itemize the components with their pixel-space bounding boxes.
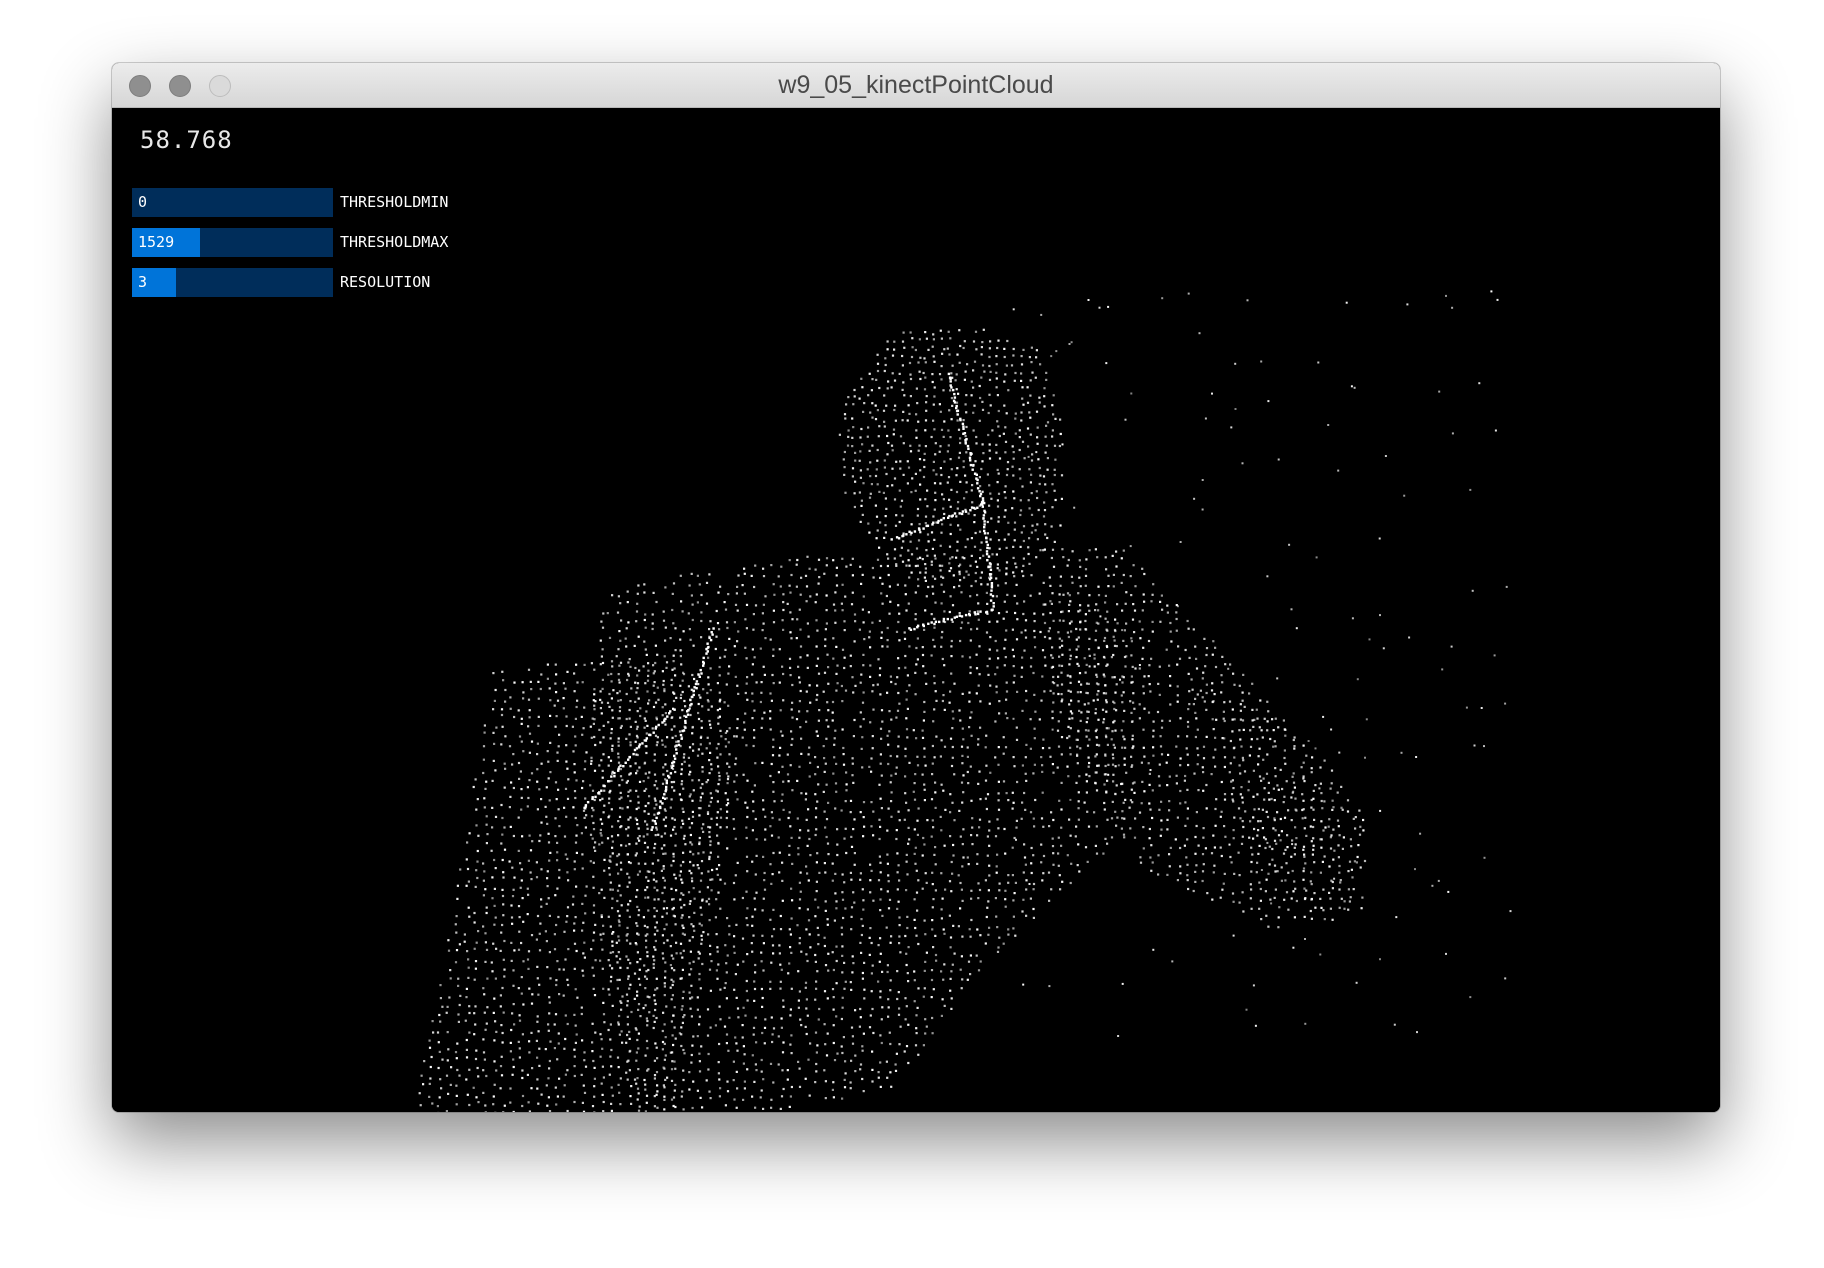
slider-resolution[interactable]: 3 RESOLUTION [132, 268, 430, 297]
slider-threshold-min[interactable]: 0 THRESHOLDMIN [132, 188, 448, 217]
window-title: w9_05_kinectPointCloud [778, 71, 1054, 99]
fps-counter: 58.768 [140, 126, 233, 154]
slider-label: THRESHOLDMAX [340, 233, 449, 251]
app-window: w9_05_kinectPointCloud 58.768 0 THRESHOL… [112, 63, 1720, 1112]
slider-track[interactable] [132, 188, 333, 217]
slider-threshold-max[interactable]: 1529 THRESHOLDMAX [132, 228, 448, 257]
point-cloud [418, 290, 1512, 1112]
slider-label: RESOLUTION [340, 273, 431, 291]
title-bar[interactable]: w9_05_kinectPointCloud [112, 63, 1720, 108]
point-cloud-canvas[interactable]: 58.768 0 THRESHOLDMIN 1529 THRESHOLDMAX … [112, 108, 1720, 1112]
slider-value: 3 [138, 273, 148, 291]
slider-value: 1529 [138, 233, 175, 251]
slider-value: 0 [138, 193, 148, 211]
slider-label: THRESHOLDMIN [340, 193, 449, 211]
